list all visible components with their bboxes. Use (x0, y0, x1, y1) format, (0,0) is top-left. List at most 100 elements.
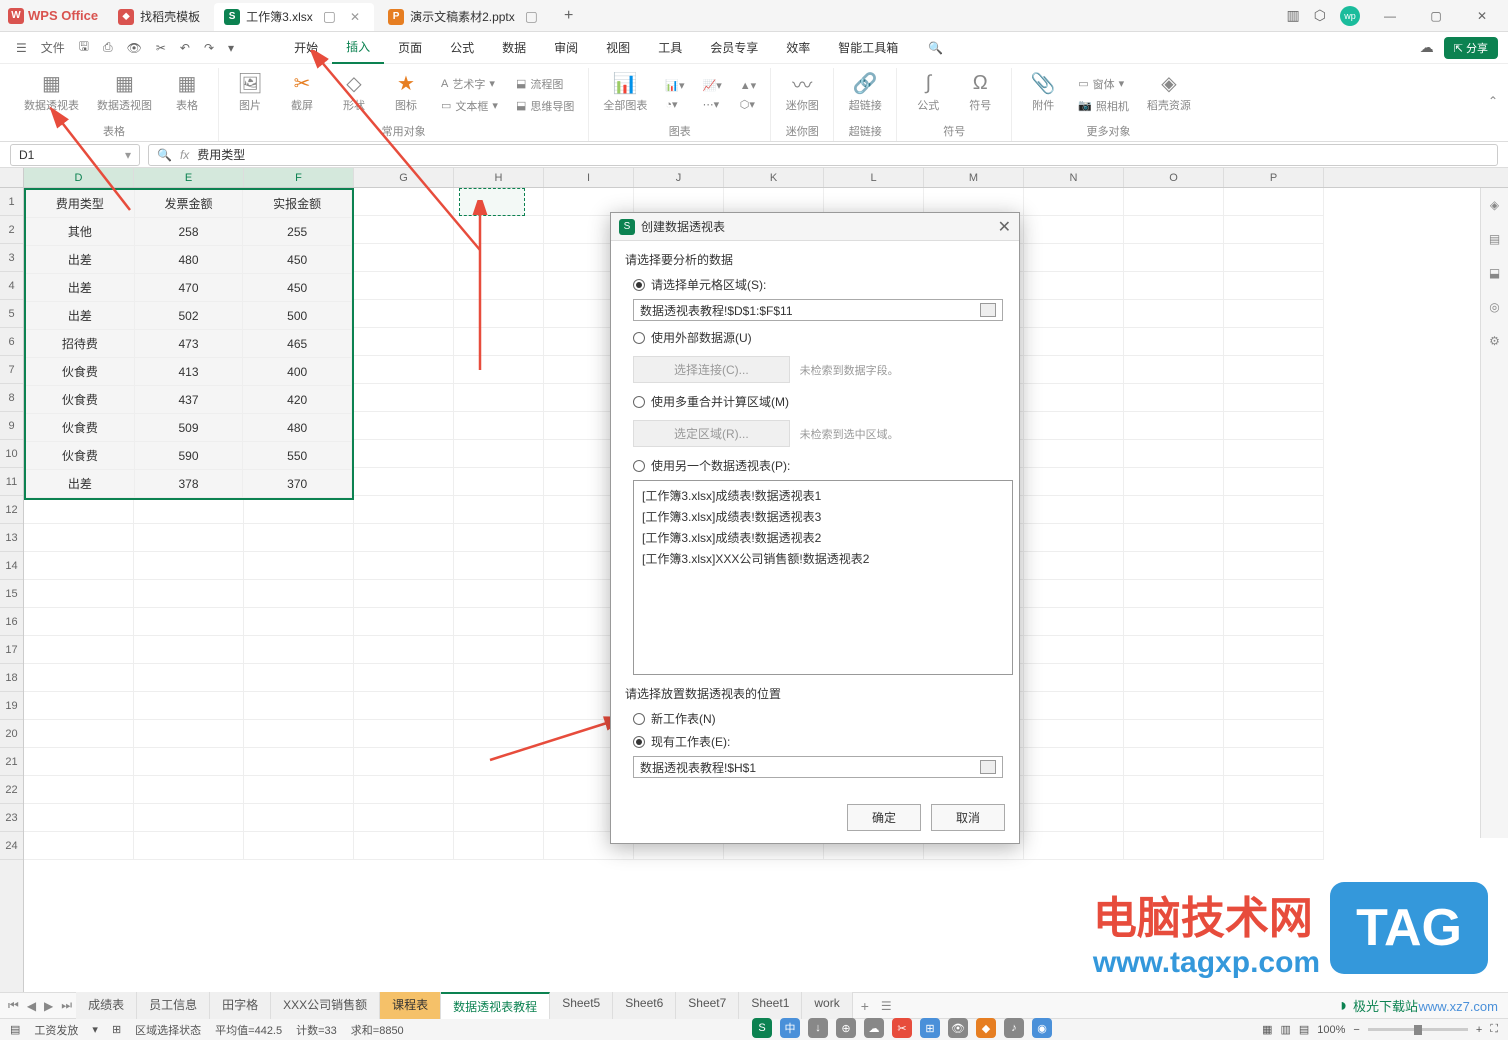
table-cell[interactable]: 其他 (26, 218, 135, 246)
cell[interactable] (24, 664, 134, 692)
cell[interactable] (134, 580, 244, 608)
column-header-N[interactable]: N (1024, 168, 1124, 187)
cell[interactable] (1024, 216, 1124, 244)
zoom-out-button[interactable]: − (1353, 1024, 1359, 1036)
table-cell[interactable]: 370 (243, 470, 352, 498)
cell[interactable] (24, 832, 134, 860)
table-cell[interactable]: 伙食费 (26, 442, 135, 470)
row-header-20[interactable]: 20 (0, 720, 23, 748)
cell[interactable] (1024, 748, 1124, 776)
share-button[interactable]: ⇱ 分享 (1444, 37, 1498, 59)
row-header-10[interactable]: 10 (0, 440, 23, 468)
cell[interactable] (1224, 300, 1324, 328)
cell[interactable] (454, 244, 544, 272)
cell[interactable] (1124, 636, 1224, 664)
cell[interactable] (134, 552, 244, 580)
tab-presentation[interactable]: P 演示文稿素材2.pptx ▢ (378, 3, 552, 31)
camera-button[interactable]: 📷 照相机 (1074, 96, 1133, 116)
table-cell[interactable]: 400 (243, 358, 352, 386)
row-header-24[interactable]: 24 (0, 832, 23, 860)
row-header-14[interactable]: 14 (0, 552, 23, 580)
table-cell[interactable]: 出差 (26, 246, 135, 274)
cell[interactable] (1124, 272, 1224, 300)
cell[interactable] (354, 664, 454, 692)
cell[interactable] (1224, 272, 1324, 300)
table-cell[interactable]: 招待费 (26, 330, 135, 358)
row-header-19[interactable]: 19 (0, 692, 23, 720)
zoom-slider[interactable] (1368, 1028, 1468, 1031)
menu-efficiency[interactable]: 效率 (772, 32, 824, 64)
tab-workbook[interactable]: S 工作簿3.xlsx ▢ ✕ (214, 3, 374, 31)
taskbar-icon[interactable]: 👁 (948, 1018, 968, 1038)
symbol-button[interactable]: Ω符号 (959, 68, 1001, 121)
cell[interactable] (1024, 692, 1124, 720)
cell[interactable] (1224, 664, 1324, 692)
cell[interactable] (1124, 692, 1224, 720)
row-header-18[interactable]: 18 (0, 664, 23, 692)
taskbar-icon[interactable]: ⊕ (836, 1018, 856, 1038)
column-header-P[interactable]: P (1224, 168, 1324, 187)
tab-templates[interactable]: ⬥ 找稻壳模板 (108, 3, 210, 31)
table-cell[interactable]: 450 (243, 274, 352, 302)
cell[interactable] (134, 664, 244, 692)
sheet-tab[interactable]: Sheet1 (739, 992, 802, 1019)
range-input[interactable]: 数据透视表教程!$D$1:$F$11 (633, 299, 1003, 321)
row-header-3[interactable]: 3 (0, 244, 23, 272)
radio-another-pivot[interactable]: 使用另一个数据透视表(P): (633, 457, 1005, 474)
cell[interactable] (244, 608, 354, 636)
view-layout-icon[interactable]: ▥ (1280, 1023, 1290, 1036)
cell[interactable] (1024, 300, 1124, 328)
table-cell[interactable]: 465 (243, 330, 352, 358)
expand-icon[interactable]: ⛶ (1490, 1023, 1498, 1036)
all-charts-button[interactable]: 📊全部图表 (599, 68, 651, 121)
cell[interactable] (354, 776, 454, 804)
cell[interactable] (244, 804, 354, 832)
sidebar-icon-1[interactable]: ◈ (1490, 198, 1499, 212)
column-header-D[interactable]: D (24, 168, 134, 187)
cell[interactable] (134, 496, 244, 524)
cell[interactable] (354, 524, 454, 552)
cell[interactable] (244, 496, 354, 524)
cell[interactable] (354, 216, 454, 244)
sheet-tab[interactable]: 员工信息 (137, 992, 210, 1019)
table-cell[interactable]: 509 (135, 414, 244, 442)
cell[interactable] (1124, 300, 1224, 328)
radio-external[interactable]: 使用外部数据源(U) (633, 329, 1005, 346)
sidebar-icon-3[interactable]: ⬓ (1489, 266, 1500, 280)
line-chart-button[interactable]: 📈▾ (699, 77, 726, 94)
cell[interactable] (1224, 468, 1324, 496)
row-header-15[interactable]: 15 (0, 580, 23, 608)
save-icon[interactable]: 🖫 (73, 33, 95, 62)
cell[interactable] (1024, 832, 1124, 860)
cell[interactable] (454, 692, 544, 720)
equation-button[interactable]: ∫公式 (907, 68, 949, 121)
cell[interactable] (454, 440, 544, 468)
radio-new-sheet[interactable]: 新工作表(N) (633, 710, 1005, 727)
cell[interactable] (24, 552, 134, 580)
attachment-button[interactable]: 📎附件 (1022, 68, 1064, 121)
cell[interactable] (244, 776, 354, 804)
tab-overflow-icon[interactable]: ▢ (521, 8, 542, 25)
cell[interactable] (24, 496, 134, 524)
cell[interactable] (1124, 496, 1224, 524)
row-header-21[interactable]: 21 (0, 748, 23, 776)
bar-chart-button[interactable]: 📊▾ (661, 77, 688, 94)
sheet-nav-next[interactable]: ▶ (40, 999, 57, 1013)
scatter-button[interactable]: ⋯▾ (699, 96, 726, 113)
table-header[interactable]: 费用类型 (26, 190, 135, 218)
cell[interactable] (1024, 636, 1124, 664)
cell[interactable] (1024, 468, 1124, 496)
cell-reference-input[interactable]: D1 ▾ (10, 144, 140, 166)
sheet-tab[interactable]: 成绩表 (76, 992, 137, 1019)
radio-multi[interactable]: 使用多重合并计算区域(M) (633, 393, 1005, 410)
row-header-6[interactable]: 6 (0, 328, 23, 356)
table-cell[interactable]: 470 (135, 274, 244, 302)
cell[interactable] (244, 748, 354, 776)
cell[interactable] (24, 608, 134, 636)
cell[interactable] (354, 188, 454, 216)
more-chart-button[interactable]: ⬡▾ (736, 96, 760, 113)
table-cell[interactable]: 258 (135, 218, 244, 246)
sheet-tab[interactable]: Sheet7 (676, 992, 739, 1019)
cell[interactable] (454, 608, 544, 636)
taskbar-icon[interactable]: ◉ (1032, 1018, 1052, 1038)
